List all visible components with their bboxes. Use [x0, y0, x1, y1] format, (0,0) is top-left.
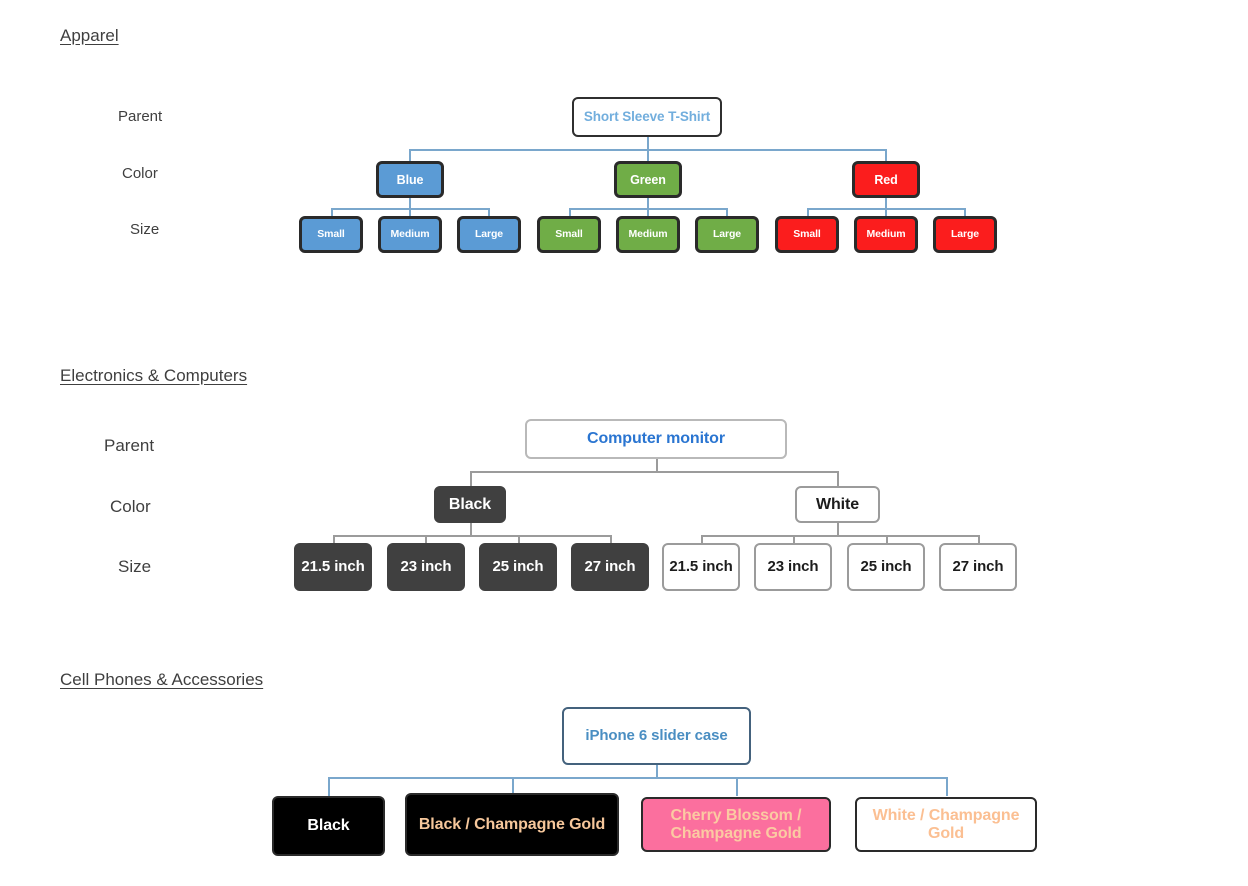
- node-size-green-large[interactable]: Large: [695, 216, 759, 253]
- connector-apparel-parent-stem: [647, 137, 649, 149]
- node-color-red[interactable]: Red: [852, 161, 920, 198]
- connector-electronics-black-stem: [470, 523, 472, 535]
- connector-electronics-white-drop-23: [793, 535, 795, 543]
- node-color-green[interactable]: Green: [614, 161, 682, 198]
- connector-apparel-blue-drop-small: [331, 208, 333, 216]
- node-size-white-23-inch[interactable]: 23 inch: [754, 543, 832, 591]
- connector-electronics-color-drop-white: [837, 471, 839, 486]
- connector-electronics-white-drop-27: [978, 535, 980, 543]
- node-size-blue-large[interactable]: Large: [457, 216, 521, 253]
- node-variant-black-champagne-gold[interactable]: Black / Champagne Gold: [405, 793, 619, 856]
- node-variant-cherry-blossom-champagne-gold[interactable]: Cherry Blossom / Champagne Gold: [641, 797, 831, 852]
- node-size-blue-small[interactable]: Small: [299, 216, 363, 253]
- node-size-green-small[interactable]: Small: [537, 216, 601, 253]
- node-size-black-21-5-inch[interactable]: 21.5 inch: [294, 543, 372, 591]
- node-size-white-27-inch[interactable]: 27 inch: [939, 543, 1017, 591]
- node-size-white-25-inch[interactable]: 25 inch: [847, 543, 925, 591]
- node-size-blue-medium[interactable]: Medium: [378, 216, 442, 253]
- connector-apparel-red-drop-medium: [885, 208, 887, 216]
- connector-cellphones-variant-bus: [328, 777, 946, 779]
- connector-cellphones-drop-black: [328, 777, 330, 796]
- node-parent-computer-monitor[interactable]: Computer monitor: [525, 419, 787, 459]
- node-size-white-21-5-inch[interactable]: 21.5 inch: [662, 543, 740, 591]
- connector-apparel-red-stem: [885, 198, 887, 208]
- row-label-parent-apparel: Parent: [118, 108, 163, 125]
- connector-electronics-color-drop-black: [470, 471, 472, 486]
- connector-apparel-red-drop-large: [964, 208, 966, 216]
- row-label-color-electronics: Color: [110, 497, 151, 516]
- row-label-color-apparel: Color: [122, 165, 158, 182]
- connector-electronics-white-bus: [701, 535, 978, 537]
- node-parent-short-sleeve-t-shirt[interactable]: Short Sleeve T-Shirt: [572, 97, 722, 137]
- node-size-black-25-inch[interactable]: 25 inch: [479, 543, 557, 591]
- row-label-size-apparel: Size: [130, 221, 160, 238]
- connector-apparel-green-drop-large: [726, 208, 728, 216]
- connector-apparel-green-stem: [647, 198, 649, 208]
- node-parent-iphone-6-slider-case[interactable]: iPhone 6 slider case: [562, 707, 751, 765]
- connector-apparel-red-drop-small: [807, 208, 809, 216]
- connector-electronics-white-drop-215: [701, 535, 703, 543]
- connector-electronics-black-drop-27: [610, 535, 612, 543]
- connector-apparel-green-drop-small: [569, 208, 571, 216]
- row-label-size-electronics: Size: [118, 557, 152, 576]
- connector-cellphones-drop-white-gold: [946, 777, 948, 796]
- connector-electronics-color-bus: [470, 471, 837, 473]
- node-size-black-27-inch[interactable]: 27 inch: [571, 543, 649, 591]
- connector-apparel-blue-drop-large: [488, 208, 490, 216]
- connector-cellphones-parent-stem: [656, 765, 658, 777]
- connector-electronics-white-drop-25: [886, 535, 888, 543]
- connector-electronics-white-stem: [837, 523, 839, 535]
- connector-electronics-black-drop-215: [333, 535, 335, 543]
- node-variant-white-champagne-gold[interactable]: White / Champagne Gold: [855, 797, 1037, 852]
- node-size-red-large[interactable]: Large: [933, 216, 997, 253]
- node-size-red-small[interactable]: Small: [775, 216, 839, 253]
- connector-electronics-parent-stem: [656, 459, 658, 471]
- connector-apparel-blue-drop-medium: [409, 208, 411, 216]
- row-label-parent-electronics: Parent: [104, 436, 155, 455]
- section-title-electronics: Electronics & Computers: [60, 366, 248, 385]
- section-title-apparel: Apparel: [60, 26, 119, 45]
- section-title-cell-phones: Cell Phones & Accessories: [60, 670, 264, 689]
- node-size-black-23-inch[interactable]: 23 inch: [387, 543, 465, 591]
- connector-apparel-green-drop-medium: [647, 208, 649, 216]
- diagram-page: Apparel Parent Color Size Short Sleeve T…: [0, 0, 1248, 886]
- connector-electronics-black-drop-25: [518, 535, 520, 543]
- connector-apparel-blue-stem: [409, 198, 411, 208]
- node-size-green-medium[interactable]: Medium: [616, 216, 680, 253]
- connector-electronics-black-drop-23: [425, 535, 427, 543]
- node-color-white[interactable]: White: [795, 486, 880, 523]
- node-color-black[interactable]: Black: [434, 486, 506, 523]
- node-size-red-medium[interactable]: Medium: [854, 216, 918, 253]
- connector-electronics-black-bus: [333, 535, 610, 537]
- connector-cellphones-drop-cherry-blossom: [736, 777, 738, 796]
- node-variant-black[interactable]: Black: [272, 796, 385, 856]
- node-color-blue[interactable]: Blue: [376, 161, 444, 198]
